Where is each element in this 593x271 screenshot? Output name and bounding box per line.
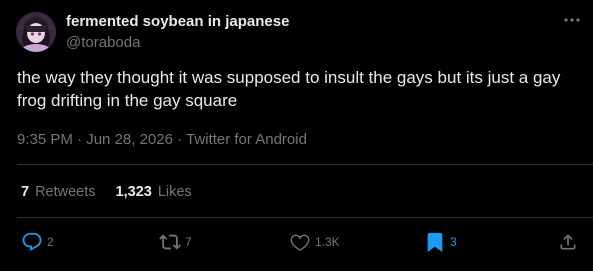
reply-count: 2	[47, 235, 54, 249]
retweet-count: 7	[185, 235, 192, 249]
divider	[17, 217, 593, 218]
author-display-name[interactable]: fermented soybean in japanese	[66, 13, 289, 30]
author-handle[interactable]: @toraboda	[66, 34, 140, 51]
heart-icon	[290, 234, 310, 252]
like-count: 1.3K	[315, 235, 340, 249]
retweets-label: Retweets	[35, 184, 96, 200]
retweets-stat[interactable]: 7 Retweets	[21, 184, 96, 200]
avatar-image	[16, 12, 56, 52]
likes-stat[interactable]: 1,323 Likes	[116, 184, 192, 200]
more-horizontal-icon	[564, 18, 580, 22]
tweet-stats: 7 Retweets 1,323 Likes	[21, 184, 192, 200]
meta-separator: ·	[172, 131, 187, 148]
more-button[interactable]	[560, 10, 584, 30]
meta-separator: ·	[72, 131, 87, 148]
avatar[interactable]	[16, 12, 56, 52]
divider	[17, 164, 593, 165]
retweet-icon	[159, 234, 181, 250]
retweets-count: 7	[21, 184, 30, 200]
likes-count: 1,323	[115, 184, 152, 200]
like-button[interactable]: 1.3K	[289, 231, 340, 253]
reply-button[interactable]: 2	[21, 231, 54, 253]
tweet: fermented soybean in japanese @toraboda …	[0, 0, 593, 271]
tweet-meta: 9:35 PM · Jun 28, 2026 · Twitter for And…	[17, 131, 307, 148]
share-icon	[560, 234, 576, 250]
likes-label: Likes	[157, 184, 192, 200]
reply-icon	[22, 232, 42, 251]
bookmark-icon	[427, 232, 443, 253]
bookmark-button[interactable]: 3	[424, 231, 457, 253]
tweet-text: the way they thought it was supposed to …	[17, 68, 561, 110]
tweet-source[interactable]: Twitter for Android	[186, 131, 307, 148]
share-button[interactable]	[558, 231, 578, 253]
tweet-date[interactable]: Jun 28, 2026	[86, 131, 173, 148]
retweet-button[interactable]: 7	[159, 231, 192, 253]
tweet-time[interactable]: 9:35 PM	[17, 131, 73, 148]
bookmark-count: 3	[450, 235, 457, 249]
